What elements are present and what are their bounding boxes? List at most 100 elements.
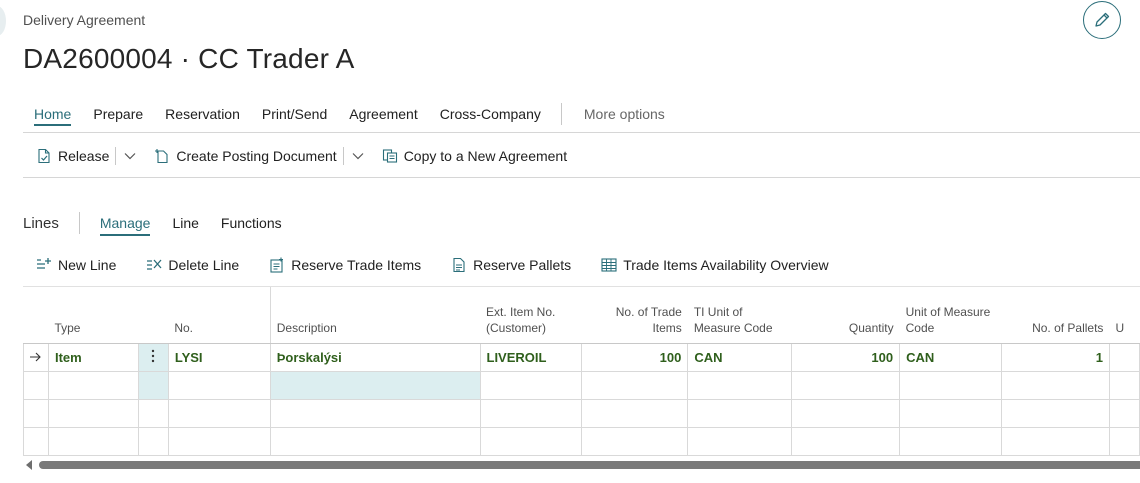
trade-items-availability-label: Trade Items Availability Overview [623, 257, 829, 273]
cell-ti-unit-of-measure[interactable]: CAN [687, 342, 793, 372]
delete-line-button[interactable]: Delete Line [146, 252, 239, 278]
release-document-icon [38, 148, 50, 164]
page-title: DA2600004 · CC Trader A [23, 43, 355, 74]
more-vertical-icon [152, 349, 155, 362]
cell-no[interactable] [167, 370, 271, 400]
cell-no-of-trade-items[interactable] [581, 426, 689, 456]
lines-action-bar: New Line Delete Line Reserve Trade Items… [36, 252, 859, 278]
column-header-ext-item-no[interactable]: Ext. Item No. (Customer) [480, 287, 582, 344]
column-header-type[interactable]: Type [48, 287, 139, 344]
cell-ti-unit-of-measure[interactable] [687, 426, 793, 456]
copy-document-icon [382, 149, 397, 163]
cell-ext-item-no[interactable] [479, 426, 583, 456]
cell-ext-item-no[interactable] [479, 370, 583, 400]
lines-tab-line[interactable]: Line [172, 210, 198, 236]
column-header-no[interactable]: No. [168, 287, 271, 344]
scroll-left-arrow-icon[interactable] [26, 460, 32, 470]
column-header-no-of-trade-items[interactable]: No. of Trade Items [581, 287, 688, 344]
cell-ext-item-no[interactable]: LIVEROIL [479, 342, 583, 372]
cell-description[interactable]: Þorskalýsi [269, 342, 481, 372]
tab-home[interactable]: Home [23, 100, 82, 128]
cell-quantity[interactable] [791, 398, 901, 428]
trade-items-availability-button[interactable]: Trade Items Availability Overview [601, 252, 829, 278]
cell-unit-of-measure[interactable]: CAN [899, 342, 1003, 372]
cell-no-of-pallets[interactable] [1001, 426, 1110, 456]
table-row[interactable] [23, 398, 1140, 428]
column-header-unit-of-measure[interactable]: Unit of Measure Code [899, 287, 1002, 344]
cell-type[interactable]: Item [47, 342, 139, 372]
column-header-ti-unit-of-measure[interactable]: TI Unit of Measure Code [687, 287, 792, 344]
cell-next[interactable] [1108, 342, 1140, 372]
cell-no-of-trade-items[interactable] [581, 370, 689, 400]
cell-no-of-trade-items[interactable] [581, 398, 689, 428]
create-posting-document-label: Create Posting Document [176, 148, 337, 164]
tab-cross-company[interactable]: Cross-Company [429, 100, 552, 128]
cell-next[interactable] [1108, 398, 1140, 428]
cell-no[interactable]: LYSI [167, 342, 271, 372]
cell-ti-unit-of-measure[interactable] [687, 370, 793, 400]
lines-grid: Type No. Description Ext. Item No. (Cust… [23, 287, 1140, 456]
create-posting-document-button[interactable]: Create Posting Document [154, 143, 337, 169]
more-options-tab[interactable]: More options [572, 100, 676, 128]
cell-description[interactable] [269, 370, 481, 400]
reserve-trade-items-label: Reserve Trade Items [291, 257, 422, 273]
release-button[interactable]: Release [36, 143, 109, 169]
cell-ti-unit-of-measure[interactable] [687, 398, 793, 428]
row-actions-button[interactable] [137, 342, 169, 372]
copy-to-new-agreement-button[interactable]: Copy to a New Agreement [382, 143, 567, 169]
cell-no[interactable] [167, 398, 271, 428]
cell-actions[interactable] [137, 398, 169, 428]
lines-tab-functions[interactable]: Functions [221, 210, 282, 236]
cell-no-of-trade-items[interactable]: 100 [581, 342, 689, 372]
reserve-pallets-label: Reserve Pallets [473, 257, 572, 273]
cell-actions[interactable] [137, 426, 169, 456]
tab-agreement[interactable]: Agreement [338, 100, 428, 128]
column-header-no-of-pallets[interactable]: No. of Pallets [1001, 287, 1110, 344]
divider [23, 132, 1140, 133]
cell-type[interactable] [47, 426, 139, 456]
header-spacer [23, 287, 49, 344]
horizontal-scrollbar[interactable] [23, 459, 1140, 471]
cell-no[interactable] [167, 426, 271, 456]
cell-unit-of-measure[interactable] [899, 370, 1003, 400]
cell-quantity[interactable] [791, 426, 901, 456]
cell-actions[interactable] [137, 370, 169, 400]
column-header-next[interactable]: U [1109, 287, 1140, 344]
table-row[interactable] [23, 426, 1140, 456]
cell-next[interactable] [1108, 370, 1140, 400]
cell-type[interactable] [47, 398, 139, 428]
reserve-pallets-button[interactable]: Reserve Pallets [451, 252, 571, 278]
cell-quantity[interactable] [791, 370, 901, 400]
reserve-trade-items-button[interactable]: Reserve Trade Items [269, 252, 421, 278]
tab-prepare[interactable]: Prepare [82, 100, 154, 128]
cell-no-of-pallets[interactable]: 1 [1001, 342, 1110, 372]
tab-print-send[interactable]: Print/Send [251, 100, 338, 128]
table-row[interactable]: Item LYSI Þorskalýsi LIVEROIL 100 CAN 10… [23, 342, 1140, 372]
split-divider [115, 147, 117, 165]
chevron-down-icon [124, 153, 136, 160]
reserve-items-icon [270, 257, 284, 273]
cell-no-of-pallets[interactable] [1001, 370, 1110, 400]
release-menu-toggle[interactable] [122, 148, 138, 164]
cell-type[interactable] [47, 370, 139, 400]
cell-ext-item-no[interactable] [479, 398, 583, 428]
column-header-quantity[interactable]: Quantity [791, 287, 900, 344]
lines-table: Type No. Description Ext. Item No. (Cust… [23, 287, 1140, 456]
table-row[interactable] [23, 370, 1140, 400]
cell-description[interactable] [269, 426, 481, 456]
create-posting-menu-toggle[interactable] [350, 148, 366, 164]
cell-description[interactable] [269, 398, 481, 428]
cell-next[interactable] [1108, 426, 1140, 456]
cell-no-of-pallets[interactable] [1001, 398, 1110, 428]
lines-tab-manage[interactable]: Manage [99, 210, 150, 236]
new-line-button[interactable]: New Line [36, 252, 116, 278]
lines-part-header: Lines Manage Line Functions [23, 210, 304, 236]
edit-button[interactable] [1083, 1, 1121, 39]
cell-unit-of-measure[interactable] [899, 398, 1003, 428]
tab-reservation[interactable]: Reservation [154, 100, 251, 128]
scrollbar-thumb[interactable] [39, 461, 1140, 469]
breadcrumb: Delivery Agreement [23, 12, 146, 28]
cell-quantity[interactable]: 100 [791, 342, 901, 372]
column-header-description[interactable]: Description [269, 287, 480, 344]
cell-unit-of-measure[interactable] [899, 426, 1003, 456]
